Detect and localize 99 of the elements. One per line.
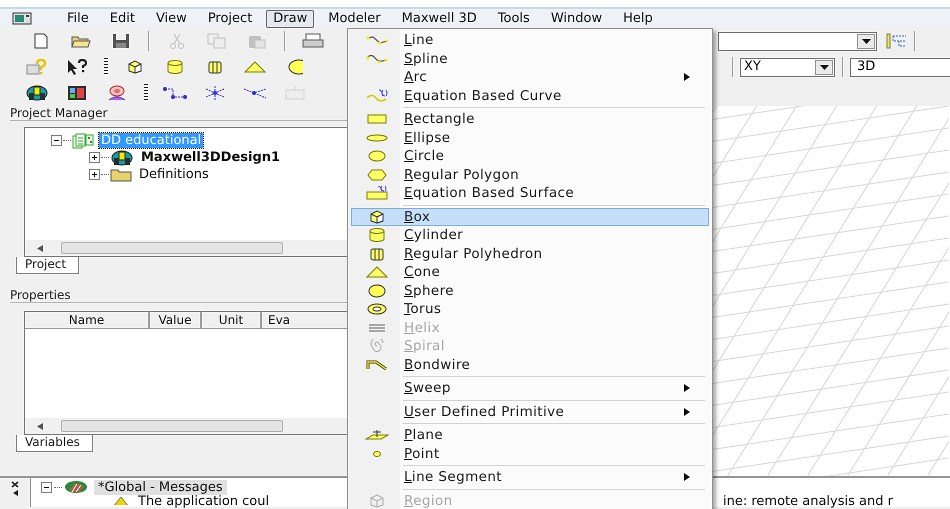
scroll-left-icon[interactable] xyxy=(37,422,43,430)
column-header[interactable]: Name xyxy=(25,312,150,329)
message-text: The application coul xyxy=(138,494,270,509)
menu-item[interactable]: Maxwell 3D xyxy=(394,10,484,28)
point-icon xyxy=(372,450,382,458)
plane-dropdown[interactable]: XY xyxy=(740,58,835,76)
menu-item[interactable]: Spline xyxy=(351,50,709,68)
menu-item[interactable]: Help xyxy=(616,10,660,28)
network-icon[interactable] xyxy=(162,85,188,101)
torus-icon xyxy=(367,303,387,316)
save-icon[interactable] xyxy=(112,33,130,49)
menu-item[interactable]: Sphere xyxy=(351,282,709,300)
box-icon xyxy=(369,210,385,224)
box-icon[interactable] xyxy=(127,60,143,74)
cylinder-icon[interactable] xyxy=(166,60,184,74)
sphere-icon xyxy=(367,284,387,298)
panel-tab[interactable]: Project xyxy=(16,257,80,274)
menu-item[interactable]: Box xyxy=(351,208,709,226)
expand-toggle-icon[interactable] xyxy=(89,152,100,163)
pointer-help-icon[interactable] xyxy=(66,58,88,76)
scrollbar-thumb[interactable] xyxy=(61,420,283,432)
printer-icon[interactable] xyxy=(302,33,324,49)
hexagon-icon xyxy=(367,168,387,181)
menu-item[interactable]: Window xyxy=(544,10,610,28)
toolbar-grip[interactable] xyxy=(104,58,108,76)
rectangle-icon xyxy=(367,114,387,124)
line-icon xyxy=(366,34,388,46)
dropdown-arrow-icon[interactable] xyxy=(820,64,828,70)
menu-item[interactable]: Project xyxy=(200,10,260,28)
message-text: ine: remote analysis and r xyxy=(723,495,893,508)
menu-item[interactable]: Plane xyxy=(351,426,709,444)
dropdown-value: XY xyxy=(743,58,761,76)
cone-icon xyxy=(366,266,388,278)
new-file-icon[interactable] xyxy=(33,33,49,49)
dropdown-arrow-icon[interactable] xyxy=(862,38,870,44)
menu-item[interactable]: File xyxy=(60,10,96,28)
warning-icon xyxy=(113,497,129,505)
collapse-toggle-icon[interactable] xyxy=(51,135,62,146)
network-settings-icon[interactable] xyxy=(886,33,908,49)
panel-title: Properties xyxy=(10,288,348,303)
circle-icon xyxy=(367,150,387,162)
polyhedron-icon[interactable] xyxy=(207,60,223,74)
menu-item[interactable]: Draw xyxy=(266,10,314,28)
cone-icon[interactable] xyxy=(244,61,266,73)
scroll-left-icon[interactable] xyxy=(37,244,43,252)
cylinder-icon xyxy=(368,228,386,242)
dropdown-field[interactable] xyxy=(718,32,877,50)
menu-item[interactable]: Equation Based Surface xyxy=(351,184,709,202)
menu-item[interactable]: Line xyxy=(351,31,709,50)
curve-icon xyxy=(366,88,388,103)
polyhedron-icon xyxy=(369,246,385,261)
menu-item[interactable]: Sweep xyxy=(351,379,709,398)
menu-item[interactable]: Cone xyxy=(351,263,709,282)
tree-item[interactable]: Maxwell3DDesign1 xyxy=(139,150,282,165)
menu-item[interactable]: Cylinder xyxy=(351,226,709,244)
column-header[interactable]: Unit xyxy=(202,312,262,329)
plane-icon xyxy=(365,429,389,442)
column-header[interactable]: Value xyxy=(150,312,202,329)
help-icon[interactable] xyxy=(26,58,48,76)
app-icon[interactable] xyxy=(12,12,32,25)
toolbar-grip[interactable] xyxy=(144,84,148,102)
menu-item[interactable]: Bondwire xyxy=(351,356,709,374)
view-field[interactable]: 3D xyxy=(850,58,950,76)
helix-icon xyxy=(367,322,387,334)
menu-item[interactable]: Point xyxy=(351,444,709,463)
menu-item[interactable]: Modeler xyxy=(321,10,388,28)
scrollbar-thumb[interactable] xyxy=(61,242,283,254)
surface-icon xyxy=(366,186,388,200)
menu-item[interactable]: Regular Polyhedron xyxy=(351,244,709,263)
cube-outline-icon xyxy=(369,494,385,508)
project-icon xyxy=(72,132,94,148)
bondwire-icon xyxy=(366,358,388,371)
tree-item[interactable]: Definitions xyxy=(137,167,211,182)
scroll-left-icon[interactable] xyxy=(12,490,18,496)
menu-item[interactable]: Regular Polygon xyxy=(351,166,709,184)
design-icon xyxy=(110,148,134,166)
menu-item[interactable]: Torus xyxy=(351,300,709,318)
menu-item[interactable]: Arc xyxy=(351,68,709,86)
menu-item[interactable]: User Defined Primitive xyxy=(351,402,709,421)
report-icon[interactable] xyxy=(67,85,87,101)
menu-item[interactable]: Tools xyxy=(490,10,537,28)
ellipse-icon xyxy=(366,134,388,142)
tree-item[interactable]: *Global - Messages xyxy=(94,480,227,494)
menu-item[interactable]: Line Segment xyxy=(351,468,709,486)
menu-item[interactable]: Ellipse xyxy=(351,128,709,147)
menu-item[interactable]: Rectangle xyxy=(351,110,709,128)
collapse-toggle-icon[interactable] xyxy=(41,482,52,492)
menu-item[interactable]: View xyxy=(148,10,194,28)
network-icon[interactable] xyxy=(203,84,227,102)
design-icon[interactable] xyxy=(25,84,49,102)
menu-item[interactable]: Edit xyxy=(102,10,142,28)
menu-item[interactable]: Circle xyxy=(351,147,709,166)
panel-title: Project Manager xyxy=(10,106,348,121)
close-icon[interactable] xyxy=(11,481,19,488)
spline-icon xyxy=(366,52,388,65)
panel-tab[interactable]: Variables xyxy=(16,435,93,452)
expand-toggle-icon[interactable] xyxy=(89,169,100,180)
folder-icon xyxy=(110,168,132,182)
menu-item[interactable]: Equation Based Curve xyxy=(351,86,709,105)
